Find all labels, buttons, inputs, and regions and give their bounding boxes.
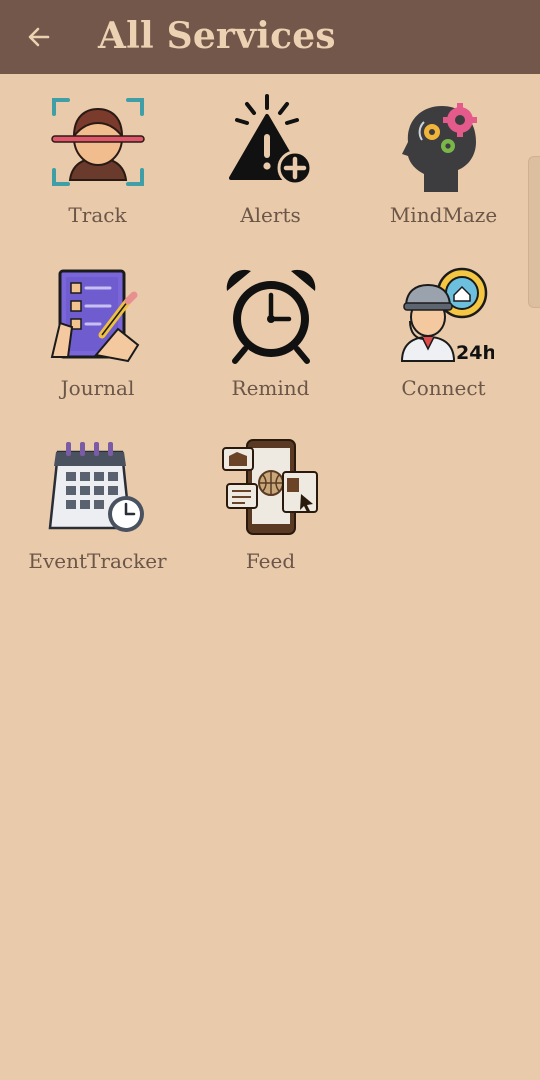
alarm-clock-icon: [221, 265, 321, 365]
page-title: All Services: [98, 15, 336, 57]
service-label: EventTracker: [28, 549, 167, 573]
brain-gears-icon: [394, 92, 494, 192]
service-connect[interactable]: 24h Connect: [357, 265, 530, 438]
service-label: Alerts: [240, 203, 301, 227]
arrow-left-icon: [28, 27, 50, 47]
service-eventtracker[interactable]: EventTracker: [11, 438, 184, 611]
service-label: Feed: [245, 549, 296, 573]
service-mindmaze[interactable]: MindMaze: [357, 92, 530, 265]
service-feed[interactable]: Feed: [184, 438, 357, 611]
back-button[interactable]: [20, 18, 58, 56]
service-label: MindMaze: [389, 203, 498, 227]
face-scan-icon: [48, 92, 148, 192]
service-remind[interactable]: Remind: [184, 265, 357, 438]
service-track[interactable]: Track: [11, 92, 184, 265]
scroll-indicator[interactable]: [528, 156, 540, 308]
service-alerts[interactable]: Alerts: [184, 92, 357, 265]
service-label: Track: [68, 203, 127, 227]
svg-text:24h: 24h: [456, 342, 494, 364]
alert-add-icon: [221, 92, 321, 192]
service-label: Journal: [60, 376, 135, 400]
support-24h-icon: 24h: [394, 265, 494, 365]
service-label: Connect: [401, 376, 486, 400]
journal-checklist-icon: [48, 265, 148, 365]
services-grid: Track Alerts MindMaze Journal Remind 24h…: [11, 92, 530, 611]
service-journal[interactable]: Journal: [11, 265, 184, 438]
app-bar: All Services: [0, 0, 540, 74]
phone-feed-icon: [221, 438, 321, 538]
calendar-clock-icon: [48, 438, 148, 538]
service-label: Remind: [231, 376, 310, 400]
